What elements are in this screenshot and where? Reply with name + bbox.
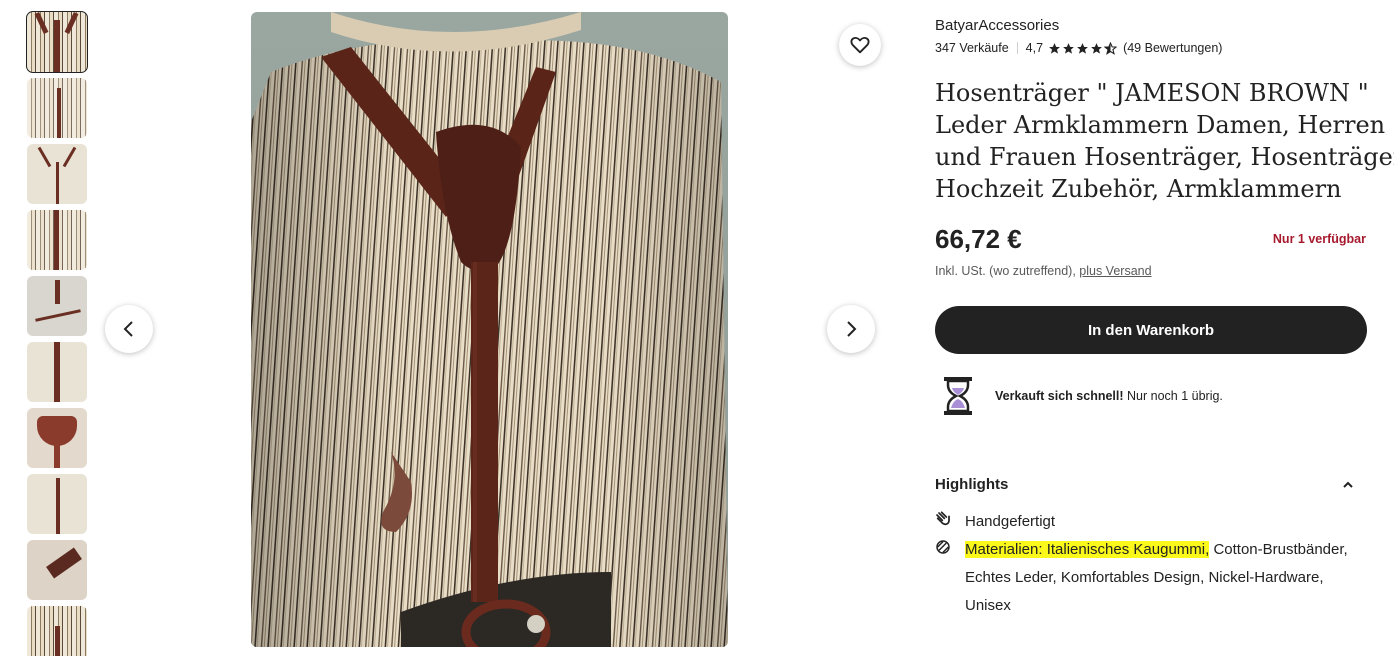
title-line: Hosenträger " JAMESON BROWN ": [935, 79, 1369, 107]
star-full-icon: [1091, 42, 1102, 54]
thumbnail-3[interactable]: [27, 144, 87, 204]
highlight-text: Materialien: Italienisches Kaugummi, Cot…: [965, 536, 1355, 620]
sells-fast-rest: Nur noch 1 übrig.: [1123, 389, 1223, 403]
sells-fast-bold: Verkauft sich schnell!: [995, 389, 1124, 403]
star-full-icon: [1077, 42, 1088, 54]
add-to-cart-button[interactable]: In den Warenkorb: [935, 306, 1367, 354]
product-main-image: [251, 12, 728, 647]
star-rating[interactable]: [1048, 41, 1118, 55]
divider: [1016, 42, 1018, 54]
sells-fast-notice: Verkauft sich schnell! Nur noch 1 übrig.: [943, 376, 1223, 416]
title-line: Hochzeit Zubehör, Armklammern: [935, 175, 1342, 203]
thumbnail-9[interactable]: [27, 540, 87, 600]
favorite-button[interactable]: [839, 24, 881, 66]
shop-stats: 347 Verkäufe 4,7 (49 Bewertungen): [935, 41, 1222, 55]
highlights-toggle[interactable]: Highlights: [935, 476, 1367, 496]
thumbnail-2[interactable]: [27, 78, 87, 138]
highlight-materials: Materialien: Italienisches Kaugummi, Cot…: [935, 536, 1355, 620]
sales-count: 347 Verkäufe: [935, 41, 1009, 55]
review-count-link[interactable]: (49 Bewertungen): [1123, 41, 1222, 55]
prev-image-button[interactable]: [105, 305, 153, 353]
chevron-left-icon: [123, 321, 133, 337]
tax-note: Inkl. USt. (wo zutreffend), plus Versand: [935, 264, 1152, 278]
thumbnail-7[interactable]: [27, 408, 87, 468]
listing-title: Hosenträger " JAMESON BROWN " Leder Armk…: [935, 77, 1394, 205]
highlight-text: Handgefertigt: [965, 513, 1056, 530]
rating-value: 4,7: [1025, 41, 1044, 55]
tax-text: Inkl. USt. (wo zutreffend),: [935, 264, 1080, 278]
chevron-up-icon: [1343, 481, 1353, 488]
shipping-link[interactable]: plus Versand: [1079, 264, 1151, 278]
thumbnail-5[interactable]: [27, 276, 87, 336]
hourglass-icon: [944, 377, 972, 415]
star-half-icon: [1104, 41, 1118, 55]
thumbnail-6[interactable]: [27, 342, 87, 402]
highlight-handmade: Handgefertigt: [935, 508, 1055, 536]
stock-warning: Nur 1 verfügbar: [1272, 232, 1366, 246]
materials-icon: [936, 540, 950, 554]
price: 66,72 €: [935, 224, 1022, 254]
hand-icon: [936, 511, 950, 526]
title-line: und Frauen Hosenträger, Hosenträger: [935, 143, 1394, 171]
title-line: Leder Armklammern Damen, Herren: [935, 111, 1386, 139]
star-full-icon: [1049, 42, 1060, 54]
chevron-right-icon: [847, 321, 857, 337]
next-image-button[interactable]: [827, 305, 875, 353]
thumbnail-4[interactable]: [27, 210, 87, 270]
product-photo: [251, 12, 728, 647]
thumbnail-8[interactable]: [27, 474, 87, 534]
heart-icon: [850, 37, 870, 54]
highlighted-text: Materialien: Italienisches Kaugummi,: [965, 541, 1210, 558]
thumbnail-1[interactable]: [26, 11, 88, 73]
sells-fast-text: Verkauft sich schnell! Nur noch 1 übrig.: [995, 389, 1223, 403]
shop-name-link[interactable]: BatyarAccessories: [935, 17, 1059, 34]
highlights-title: Highlights: [935, 476, 1009, 493]
star-full-icon: [1063, 42, 1074, 54]
thumbnail-10[interactable]: [27, 606, 87, 656]
